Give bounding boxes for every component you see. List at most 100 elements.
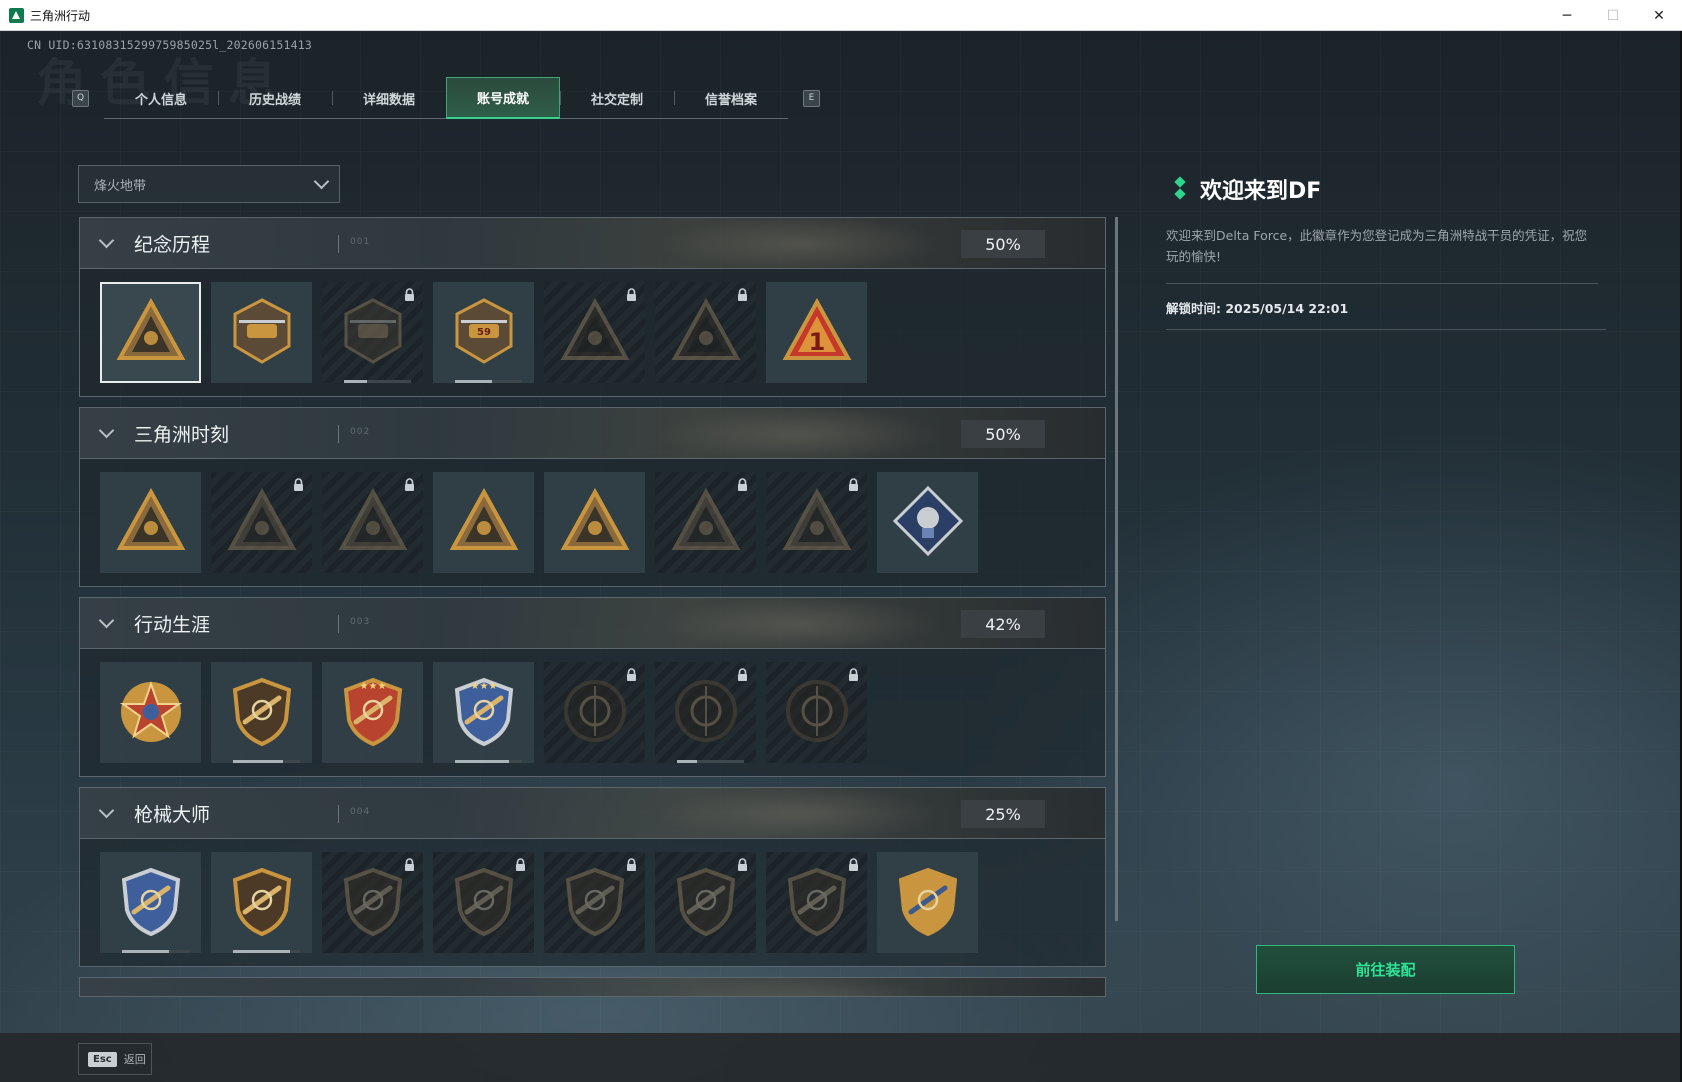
achievement-badge[interactable]: 59 bbox=[433, 282, 534, 383]
list-scrollbar[interactable] bbox=[1115, 217, 1118, 921]
go-equip-button[interactable]: 前往装配 bbox=[1256, 945, 1515, 994]
hex-shield-icon bbox=[334, 292, 412, 374]
tab-4[interactable]: 社交定制 bbox=[560, 77, 674, 119]
next-tab-key[interactable]: E bbox=[803, 89, 820, 107]
achievement-badge[interactable] bbox=[433, 852, 534, 953]
achievement-section-partial bbox=[79, 977, 1106, 997]
section-progress-percent: 25% bbox=[961, 800, 1045, 828]
tab-0[interactable]: 个人信息 bbox=[104, 77, 218, 119]
section-header[interactable]: 枪械大师 004 25% bbox=[79, 787, 1106, 839]
achievement-badge[interactable]: 1 bbox=[766, 282, 867, 383]
achievement-badge[interactable] bbox=[877, 472, 978, 573]
section-header[interactable]: 三角洲时刻 002 50% bbox=[79, 407, 1106, 459]
section-header[interactable]: 行动生涯 003 42% bbox=[79, 597, 1106, 649]
achievement-badge[interactable] bbox=[766, 852, 867, 953]
tank-59-icon: 59 bbox=[445, 292, 523, 374]
carrying-soldier-icon bbox=[556, 482, 634, 564]
tab-3[interactable]: 账号成就 bbox=[446, 77, 560, 119]
svg-text:★★★: ★★★ bbox=[359, 681, 386, 692]
badge-progress-fill bbox=[455, 380, 492, 383]
achievement-badge[interactable] bbox=[100, 662, 201, 763]
section-divider bbox=[338, 235, 339, 253]
badge-progress-fill bbox=[677, 760, 698, 763]
achievement-badge[interactable] bbox=[433, 472, 534, 573]
badge-progress-fill bbox=[233, 760, 284, 763]
esc-keycap: Esc bbox=[88, 1051, 117, 1067]
badge-progress-fill bbox=[122, 950, 169, 953]
section-progress-percent: 50% bbox=[961, 420, 1045, 448]
achievement-badge[interactable] bbox=[655, 282, 756, 383]
chevron-down-icon[interactable] bbox=[98, 802, 115, 818]
achievement-badge[interactable] bbox=[655, 662, 756, 763]
achievement-badge[interactable] bbox=[544, 282, 645, 383]
achievement-badge[interactable] bbox=[100, 282, 201, 383]
achievement-badge[interactable] bbox=[544, 662, 645, 763]
skull-crosshair-icon bbox=[667, 672, 745, 754]
section-header[interactable]: 纪念历程 001 50% bbox=[79, 217, 1106, 269]
achievement-badge[interactable]: ★★★ bbox=[433, 662, 534, 763]
achievement-badge[interactable] bbox=[877, 852, 978, 953]
section-name: 行动生涯 bbox=[134, 613, 211, 636]
red-gold-shield-icon: ★★★ bbox=[334, 672, 412, 754]
achievement-badge[interactable] bbox=[211, 472, 312, 573]
assault-rifle-shield-icon bbox=[445, 862, 523, 944]
usb-drive-triangle-icon bbox=[112, 482, 190, 564]
achievement-section: 枪械大师 004 25% bbox=[79, 787, 1106, 967]
mode-dropdown[interactable]: 烽火地带 bbox=[78, 165, 340, 203]
achievement-badge[interactable] bbox=[655, 852, 756, 953]
achievement-badge[interactable] bbox=[544, 472, 645, 573]
delta-triangle-hex-icon bbox=[112, 292, 190, 374]
star-wreath-medal-icon bbox=[112, 672, 190, 754]
achievement-badge[interactable] bbox=[322, 282, 423, 383]
achievement-badge[interactable] bbox=[100, 472, 201, 573]
pistol-shield-icon bbox=[778, 862, 856, 944]
tab-1[interactable]: 历史战绩 bbox=[218, 77, 332, 119]
close-button[interactable]: ✕ bbox=[1636, 0, 1682, 31]
tab-2[interactable]: 详细数据 bbox=[332, 77, 446, 119]
chevron-down-icon[interactable] bbox=[98, 612, 115, 628]
tab-list: 个人信息 历史战绩 详细数据 账号成就 社交定制 信誉档案 bbox=[104, 77, 788, 119]
game-stage: 角色信息 CN UID:6310831529975985025l_2026061… bbox=[0, 31, 1682, 1082]
achievement-badge[interactable] bbox=[211, 282, 312, 383]
achievement-badge[interactable] bbox=[544, 852, 645, 953]
tab-5[interactable]: 信誉档案 bbox=[674, 77, 788, 119]
back-button[interactable]: Esc 返回 bbox=[78, 1043, 152, 1075]
kneeling-soldier-icon bbox=[334, 482, 412, 564]
achievement-badge[interactable]: ★★★ bbox=[322, 662, 423, 763]
achievement-badge[interactable] bbox=[211, 852, 312, 953]
chevron-down-icon[interactable] bbox=[98, 232, 115, 248]
trophy-diamond-icon bbox=[889, 482, 967, 564]
section-header-art bbox=[600, 598, 1020, 648]
achievement-badge[interactable] bbox=[322, 852, 423, 953]
badge-progress-fill bbox=[455, 760, 509, 763]
minimize-button[interactable]: ─ bbox=[1544, 0, 1590, 31]
achievement-badge[interactable] bbox=[100, 852, 201, 953]
section-divider bbox=[338, 615, 339, 633]
chevron-down-icon[interactable] bbox=[98, 422, 115, 438]
achievement-badge[interactable] bbox=[211, 662, 312, 763]
section-progress-percent: 42% bbox=[961, 610, 1045, 638]
chevron-shield-icon bbox=[223, 672, 301, 754]
achievement-badge[interactable] bbox=[766, 472, 867, 573]
achievement-list: 纪念历程 001 50% 59 1 三角洲时刻 002 50% 行动生涯 003… bbox=[79, 217, 1106, 1025]
crossed-rifles-skull-icon bbox=[667, 292, 745, 374]
badge-progress-bar bbox=[455, 760, 522, 763]
prev-tab-key[interactable]: Q bbox=[72, 89, 89, 107]
achievement-detail-panel: 欢迎来到DF 欢迎来到Delta Force，此徽章作为您登记成为三角洲特战干员… bbox=[1166, 173, 1606, 330]
rifle-shield-icon bbox=[223, 862, 301, 944]
hands-crystal-icon bbox=[445, 482, 523, 564]
section-header-art bbox=[600, 408, 1020, 458]
achievement-badge[interactable] bbox=[322, 472, 423, 573]
section-header[interactable] bbox=[79, 977, 1106, 997]
svg-text:59: 59 bbox=[477, 327, 491, 338]
red-number-one-icon: 1 bbox=[778, 292, 856, 374]
window-controls: ─ ☐ ✕ bbox=[1544, 0, 1682, 31]
detail-description: 欢迎来到Delta Force，此徽章作为您登记成为三角洲特战干员的凭证，祝您玩… bbox=[1166, 225, 1598, 284]
achievement-badge[interactable] bbox=[655, 472, 756, 573]
diamond-marker-icon bbox=[1174, 178, 1188, 200]
achievement-badge[interactable] bbox=[766, 662, 867, 763]
section-divider bbox=[338, 805, 339, 823]
maximize-button[interactable]: ☐ bbox=[1590, 0, 1636, 31]
svg-text:1: 1 bbox=[808, 328, 825, 356]
chevron-down-icon bbox=[313, 173, 330, 190]
